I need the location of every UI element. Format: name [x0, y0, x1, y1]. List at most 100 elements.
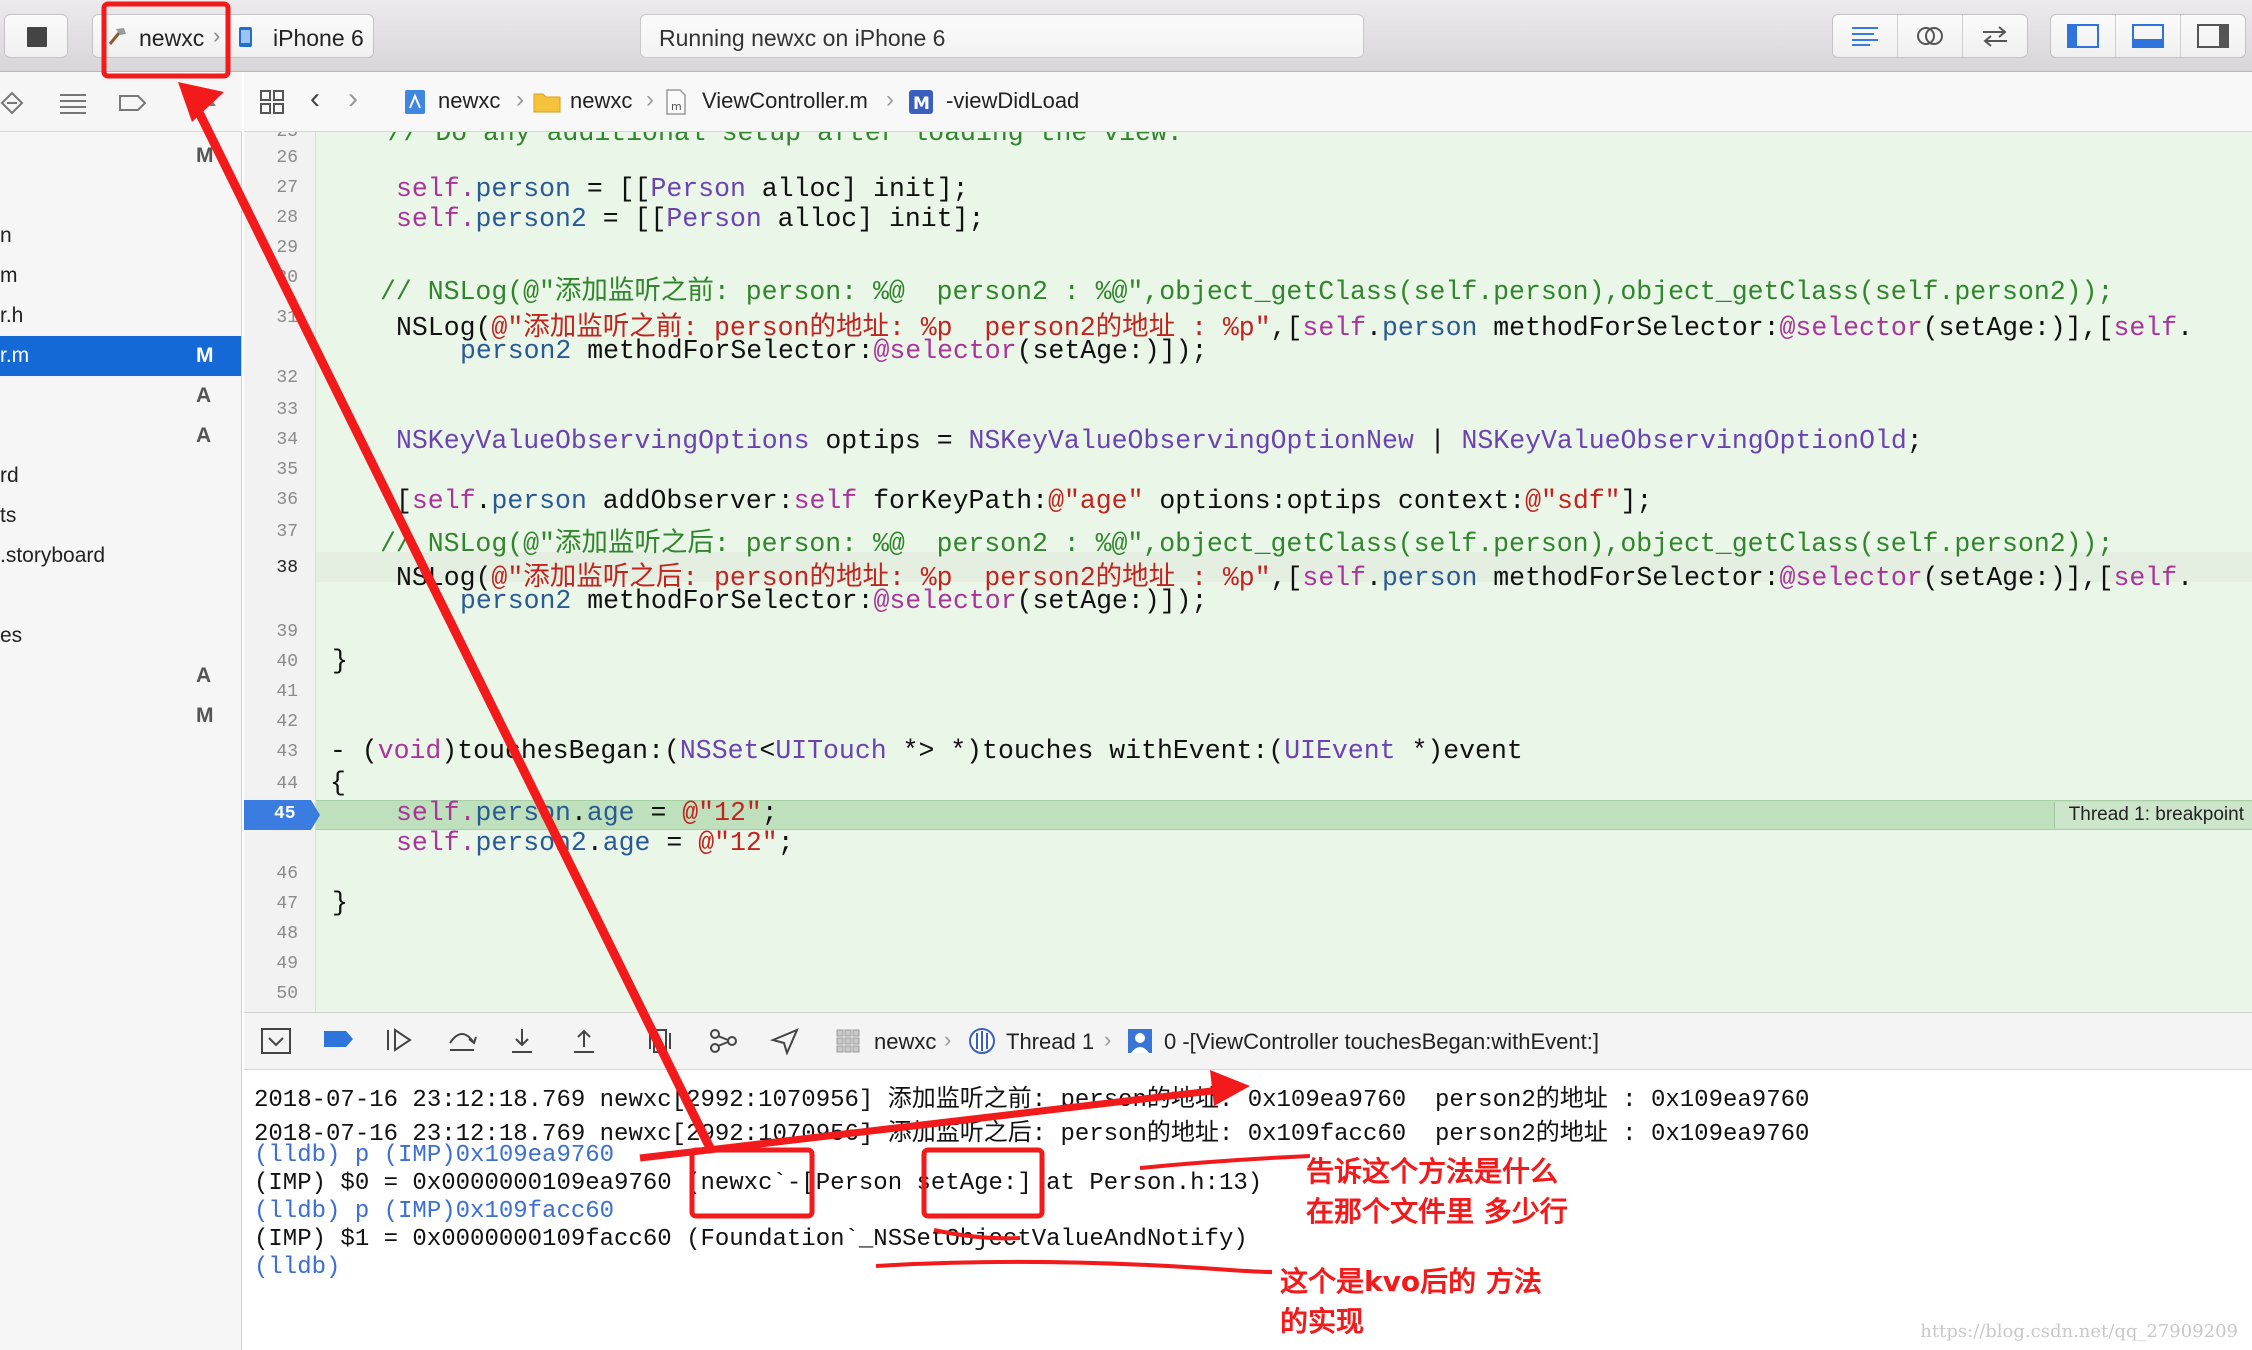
method-icon: M — [909, 90, 933, 114]
line-number: 48 — [276, 924, 298, 944]
bottom-panel-icon — [2132, 24, 2164, 48]
debug-stack-frame[interactable]: 0 -[ViewController touchesBegan:withEven… — [1164, 1029, 1599, 1055]
toggle-navigator-button[interactable] — [2051, 15, 2116, 57]
breakpoints-toggle-icon[interactable] — [322, 1027, 356, 1051]
debug-console[interactable]: 2018-07-16 23:12:18.769 newxc[2992:10709… — [244, 1070, 2252, 1350]
scheme-selector[interactable]: newxc › iPhone 6 — [92, 14, 374, 58]
code-line: self.person2.age = @"12"; — [396, 828, 794, 858]
debug-process-name[interactable]: newxc — [874, 1029, 936, 1055]
related-items-icon[interactable] — [258, 88, 286, 116]
chevron-right-icon: › — [213, 23, 221, 48]
breakpoint-marker[interactable]: 45 — [244, 800, 320, 830]
navigator-file-row[interactable] — [0, 176, 241, 216]
folder-icon — [533, 93, 561, 113]
assistant-editor-button[interactable] — [1898, 15, 1963, 57]
standard-editor-button[interactable] — [1833, 15, 1898, 57]
line-number: 28 — [276, 208, 298, 228]
memory-graph-icon[interactable] — [708, 1027, 740, 1055]
hammer-icon — [108, 28, 126, 45]
back-arrow-icon[interactable]: ‹ — [310, 82, 320, 116]
thread-breakpoint-annotation[interactable]: Thread 1: breakpoint — [2053, 802, 2252, 828]
stop-icon — [27, 27, 47, 47]
navigator-file-row[interactable]: m — [0, 256, 241, 296]
report-navigator-icon[interactable] — [58, 90, 88, 116]
console-output-line: (IMP) $0 = 0x0000000109ea9760 (newxc`-[P… — [254, 1170, 1263, 1197]
line-number: 38 — [276, 558, 298, 578]
jumpbar-file[interactable]: ViewController.m — [702, 88, 868, 114]
line-number: 42 — [276, 712, 298, 732]
jumpbar-method[interactable]: -viewDidLoad — [946, 88, 1079, 114]
toggle-utilities-button[interactable] — [2181, 15, 2245, 57]
navigator-file-row[interactable]: .storyboard — [0, 536, 241, 576]
code-line: } — [332, 888, 348, 918]
line-number: 36 — [276, 490, 298, 510]
console-command-line: (lldb) p (IMP)0x109facc60 — [254, 1198, 615, 1225]
chevron-right-icon: › — [516, 86, 524, 113]
version-editor-button[interactable] — [1963, 15, 2027, 57]
file-name: r.m — [0, 344, 30, 367]
stop-button[interactable] — [4, 14, 68, 58]
step-out-icon[interactable] — [570, 1027, 598, 1055]
source-editor[interactable]: 25 26 27 28 29 30 31 32 33 34 35 36 37 3… — [244, 132, 2252, 1012]
jump-bar: ‹ › newxc › newxc › m ViewController.m ›… — [244, 72, 2252, 132]
version-editor-icon — [1983, 26, 2007, 47]
step-over-icon[interactable] — [446, 1027, 478, 1053]
line-number: 25 — [276, 132, 298, 142]
line-number: 39 — [276, 622, 298, 642]
navigator-file-row[interactable]: es — [0, 616, 241, 656]
code-line-wrap: person2 methodForSelector:@selector(setA… — [460, 586, 1208, 616]
annotation-note: 在那个文件里 多少行 — [1306, 1195, 1568, 1228]
navigator-file-row[interactable] — [0, 576, 241, 616]
navigator-file-row[interactable]: rd — [0, 456, 241, 496]
line-number: 34 — [276, 430, 298, 450]
jumpbar-group[interactable]: newxc — [570, 88, 632, 114]
line-number: 43 — [276, 742, 298, 762]
simulate-location-icon[interactable] — [770, 1027, 800, 1055]
code-line: } — [332, 646, 348, 676]
status-text: Running newxc on iPhone 6 — [659, 25, 946, 51]
label-navigator-icon[interactable] — [118, 90, 148, 116]
file-name: rd — [0, 464, 19, 487]
navigator-file-row[interactable]: A — [0, 656, 241, 696]
objc-source-file-icon: m — [666, 89, 686, 115]
line-number: 27 — [276, 178, 298, 198]
navigator-file-row[interactable]: A — [0, 376, 241, 416]
navigator-file-row[interactable]: M — [0, 696, 241, 736]
jumpbar-project[interactable]: newxc — [438, 88, 500, 114]
console-prompt[interactable]: (lldb) — [254, 1254, 340, 1281]
vcs-status-badge: A — [196, 384, 212, 407]
svg-text:M: M — [913, 94, 930, 114]
navigator-file-row[interactable]: M — [0, 136, 241, 176]
thread-icon — [969, 1028, 995, 1054]
breakpoint-navigator-icon[interactable] — [0, 90, 28, 116]
device-name[interactable]: iPhone 6 — [273, 25, 364, 52]
line-number: 37 — [276, 522, 298, 542]
code-line: self.person = [[Person alloc] init]; — [396, 174, 969, 204]
project-navigator: M n m r.h r.m M A A rd ts .storyboard es… — [0, 132, 242, 1350]
chevron-right-icon: › — [944, 1027, 952, 1052]
vcs-status-badge: A — [196, 424, 212, 447]
app-process-icon — [836, 1029, 860, 1053]
step-into-icon[interactable] — [508, 1027, 536, 1055]
scheme-name[interactable]: newxc — [139, 25, 204, 52]
forward-arrow-icon[interactable]: › — [348, 82, 358, 116]
debug-view-hierarchy-icon[interactable] — [646, 1027, 674, 1055]
line-number: 44 — [276, 774, 298, 794]
flag-navigator-icon[interactable] — [190, 90, 220, 116]
navigator-file-row-selected[interactable]: r.m M — [0, 336, 241, 376]
navigator-file-row[interactable]: r.h — [0, 296, 241, 336]
standard-editor-icon — [1852, 27, 1878, 46]
toggle-debug-area-button[interactable] — [2116, 15, 2181, 57]
svg-text:m: m — [671, 100, 682, 113]
panel-toggle-segmented — [2050, 14, 2246, 58]
hide-debug-area-icon[interactable] — [260, 1027, 292, 1055]
line-number: 35 — [276, 460, 298, 480]
line-number: 47 — [276, 894, 298, 914]
line-number-gutter[interactable]: 25 26 27 28 29 30 31 32 33 34 35 36 37 3… — [244, 132, 316, 1012]
navigator-file-row[interactable]: A — [0, 416, 241, 456]
navigator-file-row[interactable]: n — [0, 216, 241, 256]
navigator-file-row[interactable]: ts — [0, 496, 241, 536]
debug-thread-name[interactable]: Thread 1 — [1006, 1029, 1094, 1055]
annotation-note: 这个是kvo后的 方法 — [1280, 1265, 1542, 1298]
continue-icon[interactable] — [384, 1027, 416, 1053]
